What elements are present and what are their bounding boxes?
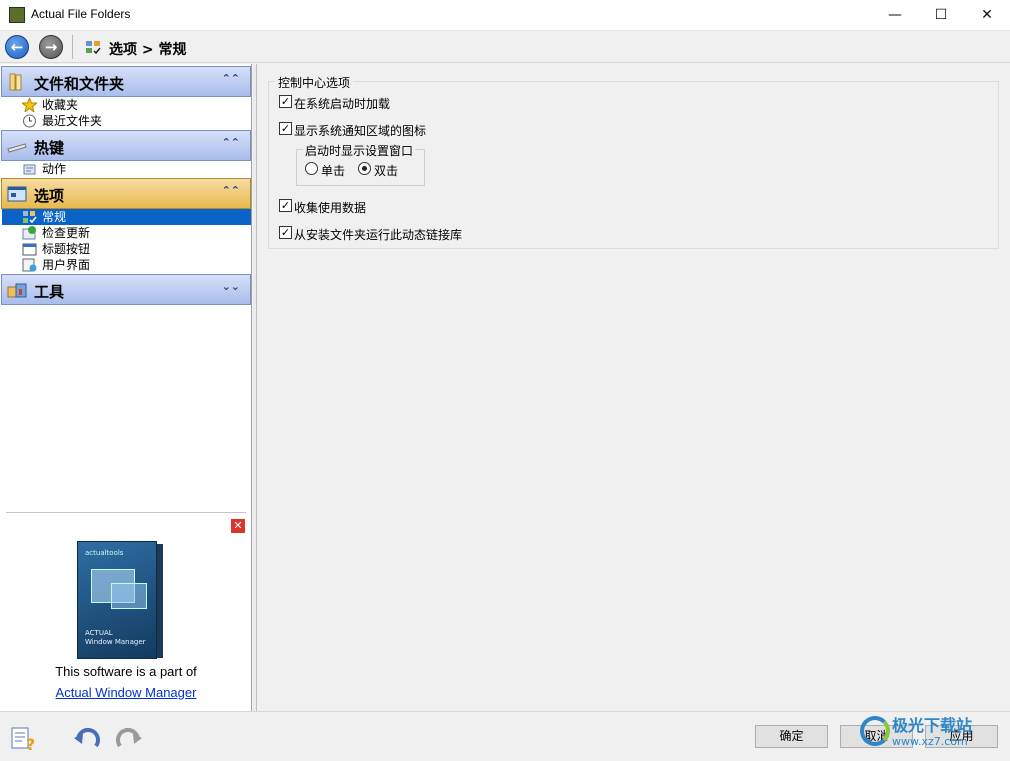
clock-icon — [22, 114, 37, 128]
update-icon — [22, 226, 37, 240]
close-ad-icon[interactable]: ✕ — [231, 519, 245, 533]
back-arrow-icon[interactable]: ← — [5, 35, 29, 59]
checkbox-label: 收集使用数据 — [294, 201, 367, 215]
checkbox-label: 显示系统通知区域的图标 — [294, 124, 427, 138]
sidebar-item-recent-folders[interactable]: 最近文件夹 — [22, 113, 251, 129]
checkbox-label: 从安装文件夹运行此动态链接库 — [294, 228, 463, 242]
title-bar: Actual File Folders — ☐ ✕ — [0, 0, 1010, 31]
nav-separator — [72, 35, 73, 59]
tools-icon — [7, 283, 27, 298]
box-logo: actualtools — [85, 549, 124, 557]
settings-panel: 控制中心选项 ✓ 在系统启动时加载 ✓ 显示系统通知区域的图标 启动时显示设置窗… — [258, 64, 1010, 711]
checkbox-label: 在系统启动时加载 — [294, 97, 391, 111]
minimize-button[interactable]: — — [872, 0, 918, 31]
general-settings-icon — [22, 210, 37, 224]
collapse-chevron-icon[interactable]: ⌃⌃ — [222, 72, 240, 85]
user-interface-icon — [22, 258, 37, 272]
actions-icon — [22, 162, 37, 176]
watermark-url: www.xz7.com — [892, 735, 968, 748]
sidebar: 文件和文件夹 ⌃⌃ 收藏夹 最近文件夹 热键 ⌃⌃ 动作 选项 ⌃⌃ 常规 检查… — [0, 64, 252, 711]
title-buttons-icon — [22, 242, 37, 256]
svg-text:?: ? — [26, 735, 35, 752]
box-brand-small: ACTUAL — [85, 629, 113, 637]
star-icon — [20, 96, 39, 114]
box-window-graphic — [111, 583, 147, 609]
sidebar-item-label: 最近文件夹 — [42, 114, 103, 128]
bottom-bar: ? 确定 取消 应用 — [0, 711, 1010, 761]
window-title: Actual File Folders — [31, 7, 131, 21]
close-window-button[interactable]: ✕ — [964, 0, 1010, 31]
checkbox-box[interactable]: ✓ — [279, 95, 292, 108]
app-icon — [9, 7, 25, 23]
ad-product-link[interactable]: Actual Window Manager — [0, 685, 252, 700]
expand-chevron-icon[interactable]: ⌄⌄ — [222, 280, 240, 293]
checkbox-box[interactable]: ✓ — [279, 199, 292, 212]
ad-divider — [6, 512, 246, 513]
checkbox-box[interactable]: ✓ — [279, 226, 292, 239]
sidebar-item-favorites[interactable]: 收藏夹 — [20, 96, 251, 114]
radio-label: 单击 — [321, 164, 346, 178]
ad-text: This software is a part of — [55, 664, 197, 679]
collapse-chevron-icon[interactable]: ⌃⌃ — [222, 136, 240, 149]
radio-label: 双击 — [374, 164, 399, 178]
box-side — [157, 544, 163, 658]
sidebar-item-label: 用户界面 — [42, 258, 91, 272]
sidebar-item-label: 标题按钮 — [42, 242, 91, 256]
keyboard-icon — [7, 143, 27, 153]
forward-arrow-icon[interactable]: → — [39, 35, 63, 59]
box-brand: ACTUAL Window Manager — [85, 629, 146, 647]
radio-dot[interactable] — [305, 162, 318, 175]
sidebar-item-label: 动作 — [42, 162, 67, 176]
breadcrumb: 选项 > 常规 — [109, 42, 187, 58]
help-icon[interactable]: ? — [10, 726, 38, 752]
maximize-button[interactable]: ☐ — [918, 0, 964, 31]
product-box-image: actualtools ACTUAL Window Manager — [77, 541, 163, 659]
sidebar-item-actions[interactable]: 动作 — [22, 161, 251, 177]
section-hotkeys[interactable]: 热键 ⌃⌃ — [1, 130, 251, 161]
options-window-icon — [7, 186, 27, 202]
options-icon — [86, 41, 101, 55]
folder-icon — [9, 73, 22, 91]
radio-dot[interactable] — [358, 162, 371, 175]
undo-icon[interactable] — [74, 726, 102, 752]
sidebar-item-general[interactable]: 常规 — [2, 209, 251, 225]
redo-icon[interactable] — [114, 726, 142, 752]
section-tools[interactable]: 工具 ⌄⌄ — [1, 274, 251, 305]
section-options[interactable]: 选项 ⌃⌃ — [1, 178, 251, 209]
navigation-bar: ← → 选项 > 常规 — [0, 31, 1010, 63]
collapse-chevron-icon[interactable]: ⌃⌃ — [222, 184, 240, 197]
watermark-logo-icon — [860, 716, 890, 746]
watermark-text: 极光下载站 — [892, 716, 973, 735]
ok-button[interactable]: 确定 — [755, 725, 828, 748]
box-brand-name: Window Manager — [85, 638, 146, 646]
sidebar-item-check-updates[interactable]: 检查更新 — [22, 225, 251, 241]
sidebar-item-label: 检查更新 — [42, 226, 91, 240]
sidebar-item-user-interface[interactable]: 用户界面 — [22, 257, 251, 273]
section-label: 热键 — [34, 139, 65, 157]
section-files-and-folders[interactable]: 文件和文件夹 ⌃⌃ — [1, 66, 251, 97]
section-label: 选项 — [34, 187, 65, 205]
checkbox-box[interactable]: ✓ — [279, 122, 292, 135]
sidebar-item-title-buttons[interactable]: 标题按钮 — [22, 241, 251, 257]
pane-splitter[interactable] — [253, 64, 257, 711]
sidebar-item-label: 收藏夹 — [42, 98, 79, 112]
sidebar-item-label: 常规 — [42, 210, 67, 224]
watermark: 极光下载站 www.xz7.com — [860, 710, 1005, 752]
section-label: 工具 — [34, 283, 65, 301]
group-title: 控制中心选项 — [275, 74, 354, 91]
section-label: 文件和文件夹 — [34, 75, 125, 93]
subgroup-title: 启动时显示设置窗口 — [303, 142, 416, 159]
